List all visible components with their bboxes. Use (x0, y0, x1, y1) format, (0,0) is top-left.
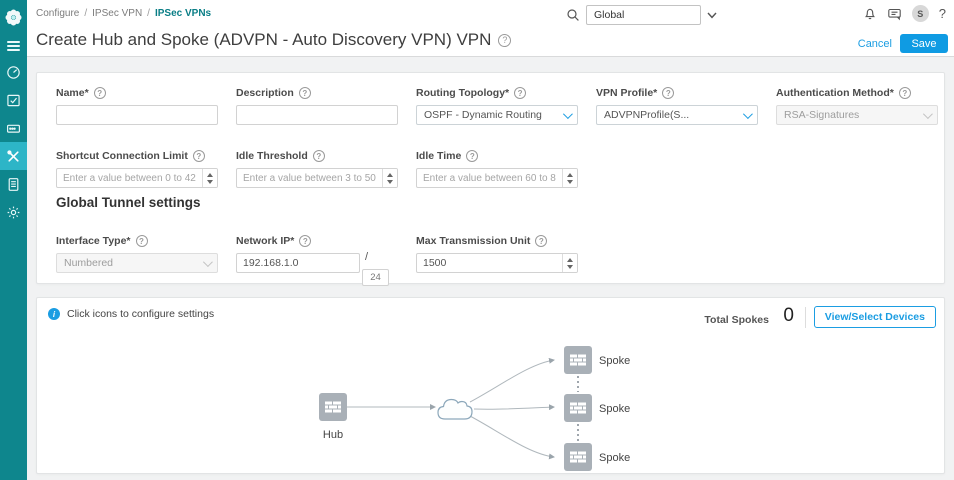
mtu-input[interactable] (417, 254, 562, 272)
spoke-node-3[interactable] (564, 443, 592, 471)
sidebar-item-devices[interactable] (0, 114, 27, 142)
vpn-profile-select[interactable]: ADVPNProfile(S... (596, 105, 758, 125)
save-button[interactable]: Save (900, 34, 948, 53)
network-ip-label: Network IP* (236, 235, 294, 247)
avatar[interactable]: S (912, 5, 929, 22)
title-help-icon[interactable]: ? (498, 34, 511, 47)
chevron-down-icon (923, 109, 933, 119)
interface-type-label: Interface Type* (56, 235, 131, 247)
idle-threshold-help-icon[interactable]: ? (313, 150, 325, 162)
app-logo-flower-icon (0, 3, 27, 31)
monitor-check-icon (6, 93, 21, 108)
routing-topology-help-icon[interactable]: ? (514, 87, 526, 99)
idle-time-help-icon[interactable]: ? (466, 150, 478, 162)
cidr-separator: / (365, 251, 368, 263)
network-ip-help-icon[interactable]: ? (299, 235, 311, 247)
header-actions: S ? (863, 5, 946, 22)
auth-method-select: RSA-Signatures (776, 105, 938, 125)
sidebar (0, 0, 27, 480)
hub-label: Hub (323, 429, 343, 441)
shortcut-limit-stepper[interactable] (202, 169, 217, 187)
breadcrumb-ipsec-vpns[interactable]: IPSec VPNs (155, 8, 211, 19)
idle-time-label: Idle Time (416, 150, 461, 162)
routing-topology-value: OSPF - Dynamic Routing (424, 109, 542, 121)
idle-threshold-stepper[interactable] (382, 169, 397, 187)
interface-type-help-icon[interactable]: ? (136, 235, 148, 247)
sidebar-item-reports[interactable] (0, 170, 27, 198)
auth-method-value: RSA-Signatures (784, 109, 859, 121)
vpn-form-card: Name*? Description? Routing Topology*? O… (36, 72, 945, 284)
hub-spoke-diagram: Hub Spoke Spoke Spoke (37, 298, 946, 475)
vpn-profile-label: VPN Profile* (596, 87, 657, 99)
idle-time-stepper[interactable] (562, 169, 577, 187)
interface-type-value: Numbered (64, 257, 113, 269)
spoke-node-2[interactable] (564, 394, 592, 422)
auth-method-help-icon[interactable]: ? (899, 87, 911, 99)
breadcrumb-separator: / (84, 8, 87, 19)
flower-icon (4, 8, 23, 27)
cidr-mask-input[interactable]: 24 (362, 269, 389, 286)
cloud-icon (438, 400, 472, 420)
idle-threshold-label: Idle Threshold (236, 150, 308, 162)
topology-card: i Click icons to configure settings Tota… (36, 297, 945, 474)
tools-icon (6, 149, 21, 164)
description-input[interactable] (236, 105, 398, 125)
breadcrumb-configure[interactable]: Configure (36, 8, 79, 19)
gear-icon (6, 205, 21, 220)
routing-topology-select[interactable]: OSPF - Dynamic Routing (416, 105, 578, 125)
report-icon (6, 177, 21, 192)
vpn-profile-help-icon[interactable]: ? (662, 87, 674, 99)
breadcrumb-ipsec-vpn[interactable]: IPSec VPN (92, 8, 142, 19)
name-help-icon[interactable]: ? (94, 87, 106, 99)
page-title: Create Hub and Spoke (ADVPN - Auto Disco… (36, 30, 491, 50)
mtu-label: Max Transmission Unit (416, 235, 530, 247)
sidebar-item-configure[interactable] (0, 142, 27, 170)
spoke-label-2: Spoke (599, 403, 630, 415)
dashboard-icon (6, 65, 21, 80)
routing-topology-label: Routing Topology* (416, 87, 509, 99)
spoke-label-1: Spoke (599, 355, 630, 367)
auth-method-label: Authentication Method* (776, 87, 894, 99)
name-label: Name* (56, 87, 89, 99)
interface-type-select: Numbered (56, 253, 218, 273)
idle-threshold-input[interactable] (237, 169, 382, 187)
chat-icon[interactable] (887, 7, 902, 21)
tunnel-settings-heading: Global Tunnel settings (56, 195, 201, 210)
bell-icon[interactable] (863, 6, 877, 21)
link-cloud-spoke1 (470, 360, 554, 402)
network-ip-input[interactable] (236, 253, 360, 273)
sidebar-item-settings[interactable] (0, 198, 27, 226)
link-cloud-spoke2 (474, 407, 554, 409)
scope-select-input[interactable] (586, 5, 701, 25)
global-scope-bar (566, 5, 717, 25)
sidebar-item-monitor[interactable] (0, 86, 27, 114)
menu-icon[interactable] (0, 32, 27, 60)
idle-time-input[interactable] (417, 169, 562, 187)
spoke-node-1[interactable] (564, 346, 592, 374)
breadcrumb: Configure / IPSec VPN / IPSec VPNs (36, 8, 211, 19)
description-label: Description (236, 87, 294, 99)
link-cloud-spoke3 (470, 416, 554, 457)
breadcrumb-separator: / (147, 8, 150, 19)
spoke-label-3: Spoke (599, 452, 630, 464)
mtu-stepper[interactable] (562, 254, 577, 272)
shortcut-limit-label: Shortcut Connection Limit (56, 150, 188, 162)
shortcut-limit-input[interactable] (57, 169, 202, 187)
name-input[interactable] (56, 105, 218, 125)
search-icon[interactable] (566, 8, 580, 22)
cancel-button[interactable]: Cancel (858, 38, 892, 50)
chevron-down-icon (563, 109, 573, 119)
help-icon[interactable]: ? (939, 6, 946, 21)
hub-node[interactable] (319, 393, 347, 421)
vpn-profile-value: ADVPNProfile(S... (604, 109, 689, 121)
mtu-help-icon[interactable]: ? (535, 235, 547, 247)
chevron-down-icon (203, 257, 213, 267)
description-help-icon[interactable]: ? (299, 87, 311, 99)
sidebar-item-dashboard[interactable] (0, 58, 27, 86)
chevron-down-icon[interactable] (707, 12, 717, 19)
chevron-down-icon (743, 109, 753, 119)
device-icon (6, 121, 21, 136)
shortcut-limit-help-icon[interactable]: ? (193, 150, 205, 162)
header: Configure / IPSec VPN / IPSec VPNs (27, 0, 954, 57)
